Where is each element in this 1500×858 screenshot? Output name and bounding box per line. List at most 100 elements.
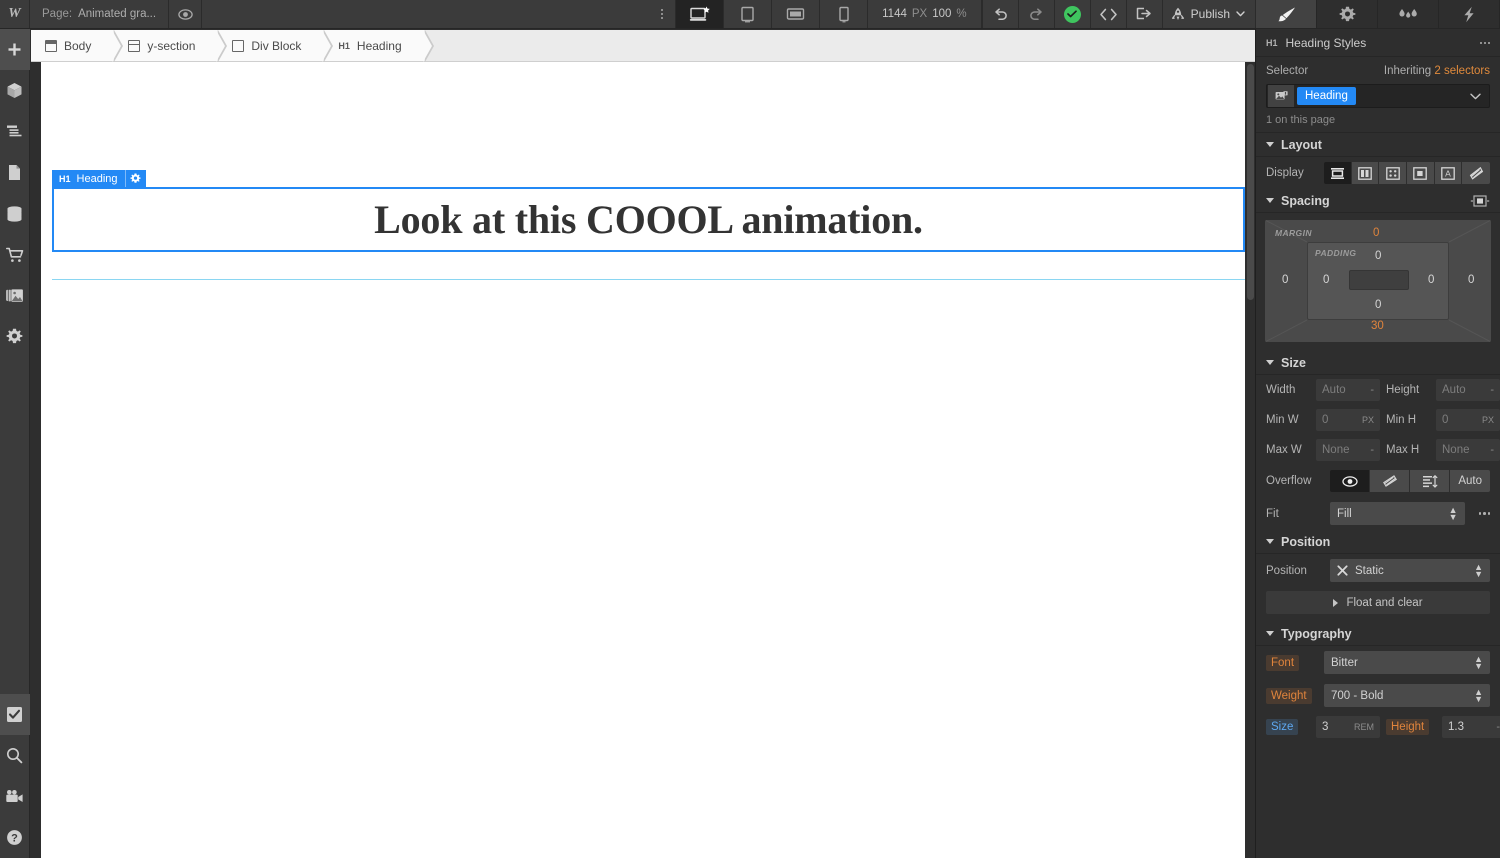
breadcrumb-item-body[interactable]: Body <box>31 30 124 62</box>
redo-button[interactable] <box>1017 0 1054 28</box>
breakpoint-mobile-landscape[interactable] <box>772 0 821 28</box>
more-options-icon[interactable] <box>1480 41 1490 44</box>
sidebar-item-components[interactable] <box>0 70 30 111</box>
margin-top-value[interactable]: 0 <box>1373 227 1379 239</box>
canvas-dimensions[interactable]: 1144 PX 100 % <box>868 0 982 28</box>
padding-top-value[interactable]: 0 <box>1375 250 1381 262</box>
breadcrumb-item-y-section[interactable]: y-section <box>114 30 228 62</box>
gear-icon <box>130 173 141 183</box>
sidebar-item-audit[interactable] <box>0 694 30 735</box>
max-width-input[interactable]: None - <box>1316 439 1380 461</box>
badge-tag: H1 <box>59 173 71 184</box>
sidebar-item-navigator[interactable] <box>0 111 30 152</box>
min-width-value: 0 <box>1322 414 1329 426</box>
weight-dropdown[interactable]: 700 - Bold ▲ ▼ <box>1324 684 1490 707</box>
height-input[interactable]: Auto - <box>1436 379 1500 401</box>
publish-button[interactable]: Publish <box>1161 0 1255 28</box>
canvas-scrollbar[interactable] <box>1245 62 1255 858</box>
breadcrumb-item-div-block[interactable]: Div Block <box>218 30 334 62</box>
min-width-input[interactable]: 0 PX <box>1316 409 1380 431</box>
display-label: Display <box>1266 167 1304 179</box>
overflow-scroll-button[interactable] <box>1410 470 1451 492</box>
toolbar-kebab-button[interactable] <box>649 0 675 28</box>
database-icon <box>7 205 22 222</box>
font-label-wrap: Font <box>1266 654 1316 671</box>
margin-bottom-value[interactable]: 30 <box>1371 320 1384 332</box>
max-height-input[interactable]: None - <box>1436 439 1500 461</box>
height-value: Auto <box>1442 384 1466 396</box>
selector-class-tag[interactable]: Heading <box>1297 87 1356 105</box>
sidebar-item-cms[interactable] <box>0 193 30 234</box>
tab-settings-panel[interactable] <box>1317 0 1378 28</box>
display-inline-button[interactable]: A <box>1434 162 1463 184</box>
float-and-clear-toggle[interactable]: Float and clear <box>1266 591 1490 614</box>
sidebar-item-ecommerce[interactable] <box>0 234 30 275</box>
position-dropdown[interactable]: Static ▲ ▼ <box>1330 559 1490 582</box>
droplets-icon <box>1399 8 1417 18</box>
section-position-header[interactable]: Position <box>1256 530 1500 554</box>
section-size-header[interactable]: Size <box>1256 351 1500 375</box>
overflow-hidden-button[interactable] <box>1370 470 1411 492</box>
padding-right-value[interactable]: 0 <box>1428 274 1434 286</box>
class-swatch-icon[interactable] <box>1268 85 1294 107</box>
display-block-button[interactable] <box>1324 162 1352 184</box>
sidebar-item-add-elements[interactable] <box>0 29 30 70</box>
padding-bottom-value[interactable]: 0 <box>1375 299 1381 311</box>
selector-input[interactable]: Heading <box>1266 84 1490 108</box>
code-export-button[interactable] <box>1089 0 1126 28</box>
section-title: Typography <box>1281 626 1352 641</box>
selected-element-badge[interactable]: H1 Heading <box>52 170 146 187</box>
overflow-auto-button[interactable]: Auto <box>1450 470 1490 492</box>
spacing-widget[interactable]: MARGIN PADDING 0 30 0 0 0 0 0 0 <box>1265 220 1491 342</box>
display-flex-button[interactable] <box>1351 162 1380 184</box>
badge-settings-button[interactable] <box>124 170 146 187</box>
canvas-scrollbar-thumb[interactable] <box>1247 64 1254 300</box>
breakpoint-desktop[interactable] <box>676 0 725 28</box>
margin-right-value[interactable]: 0 <box>1468 274 1474 286</box>
page-selector[interactable]: Page: Animated gra... <box>30 0 168 28</box>
sidebar-item-video-tutorials[interactable] <box>0 776 30 817</box>
padding-left-value[interactable]: 0 <box>1323 274 1329 286</box>
preview-toggle-button[interactable] <box>168 0 203 28</box>
section-title: Spacing <box>1281 193 1330 208</box>
display-inline-block-button[interactable] <box>1407 162 1435 184</box>
overflow-visible-button[interactable] <box>1330 470 1371 492</box>
section-layout-header[interactable]: Layout <box>1256 133 1500 157</box>
section-spacing-header[interactable]: Spacing <box>1256 189 1500 213</box>
font-dropdown[interactable]: Bitter ▲ ▼ <box>1324 651 1490 674</box>
chevron-down-icon[interactable] <box>1462 87 1489 105</box>
section-typography-header[interactable]: Typography <box>1256 622 1500 646</box>
tab-effects-panel[interactable] <box>1439 0 1500 28</box>
tab-style-panel[interactable] <box>1256 0 1317 28</box>
webflow-logo[interactable]: W <box>0 0 30 28</box>
sidebar-item-settings[interactable] <box>0 316 30 357</box>
tab-interactions-panel[interactable] <box>1378 0 1439 28</box>
display-none-button[interactable] <box>1462 162 1490 184</box>
stepper-icon: ▲ ▼ <box>1474 686 1483 704</box>
close-x-icon[interactable] <box>1337 565 1348 576</box>
save-status-button[interactable] <box>1053 0 1090 28</box>
desktop-icon <box>689 6 710 21</box>
spacing-mode-icon[interactable] <box>1470 194 1490 207</box>
width-input[interactable]: Auto - <box>1316 379 1380 401</box>
sidebar-item-pages[interactable] <box>0 152 30 193</box>
display-grid-button[interactable] <box>1379 162 1408 184</box>
fit-dropdown[interactable]: Fill ▲ ▼ <box>1330 502 1465 525</box>
share-button[interactable] <box>1125 0 1162 28</box>
fit-more-options-icon[interactable] <box>1473 512 1490 515</box>
sidebar-item-search[interactable] <box>0 735 30 776</box>
breakpoint-tablet[interactable] <box>724 0 773 28</box>
margin-left-value[interactable]: 0 <box>1282 274 1288 286</box>
breadcrumb-item-heading[interactable]: H1 Heading <box>324 30 434 62</box>
min-height-input[interactable]: 0 PX <box>1436 409 1500 431</box>
line-height-input[interactable]: 1.3 - <box>1442 716 1500 738</box>
magnifier-icon <box>7 748 23 764</box>
sidebar-item-help[interactable]: ? <box>0 817 30 858</box>
sidebar-item-assets[interactable] <box>0 275 30 316</box>
selected-heading-element[interactable]: Look at this COOOL animation. <box>52 187 1245 252</box>
undo-button[interactable] <box>981 0 1018 28</box>
font-value: Bitter <box>1331 656 1358 669</box>
breakpoint-mobile-portrait[interactable] <box>820 0 869 28</box>
canvas-page[interactable]: H1 Heading Look at this COOOL animation. <box>41 62 1245 858</box>
font-size-input[interactable]: 3 REM <box>1316 716 1380 738</box>
